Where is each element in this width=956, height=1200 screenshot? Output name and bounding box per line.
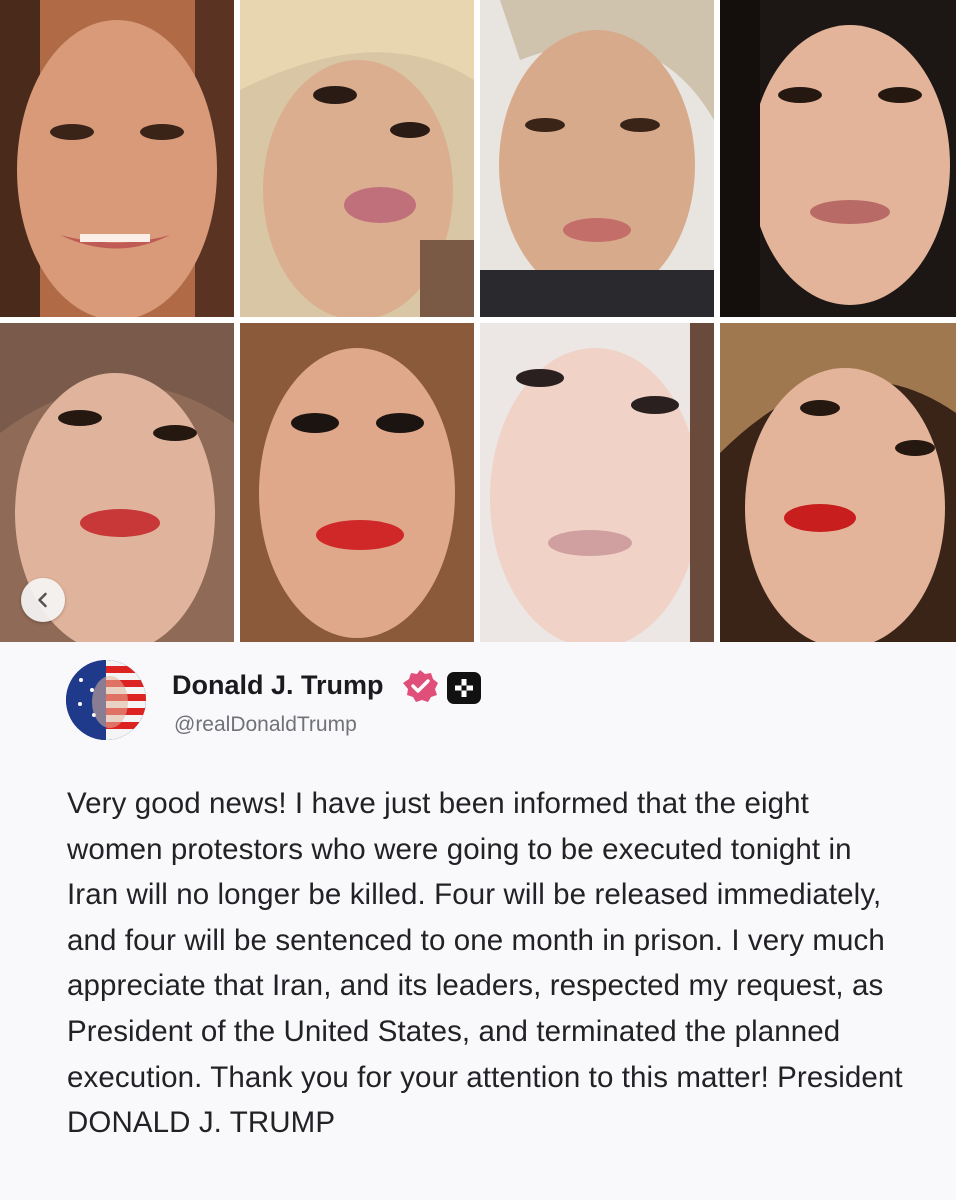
plus-badge-icon [447, 672, 481, 704]
post-text: Very good news! I have just been informe… [67, 787, 903, 1140]
gallery-photo-7[interactable] [480, 323, 714, 642]
photo-gallery [0, 0, 956, 642]
gallery-photo-2[interactable] [240, 0, 474, 317]
gallery-photo-4[interactable] [720, 0, 956, 317]
gallery-photo-1[interactable] [0, 0, 234, 317]
author-name[interactable]: Donald J. Trump [172, 670, 384, 701]
chevron-left-icon [38, 592, 47, 608]
previous-photo-button[interactable] [21, 578, 65, 622]
avatar[interactable] [66, 660, 146, 740]
gallery-photo-6[interactable] [240, 323, 474, 642]
gallery-photo-3[interactable] [480, 0, 714, 317]
verified-badge-icon [403, 670, 438, 702]
author-handle[interactable]: @realDonaldTrump [174, 713, 357, 737]
gallery-photo-8[interactable] [720, 323, 956, 642]
